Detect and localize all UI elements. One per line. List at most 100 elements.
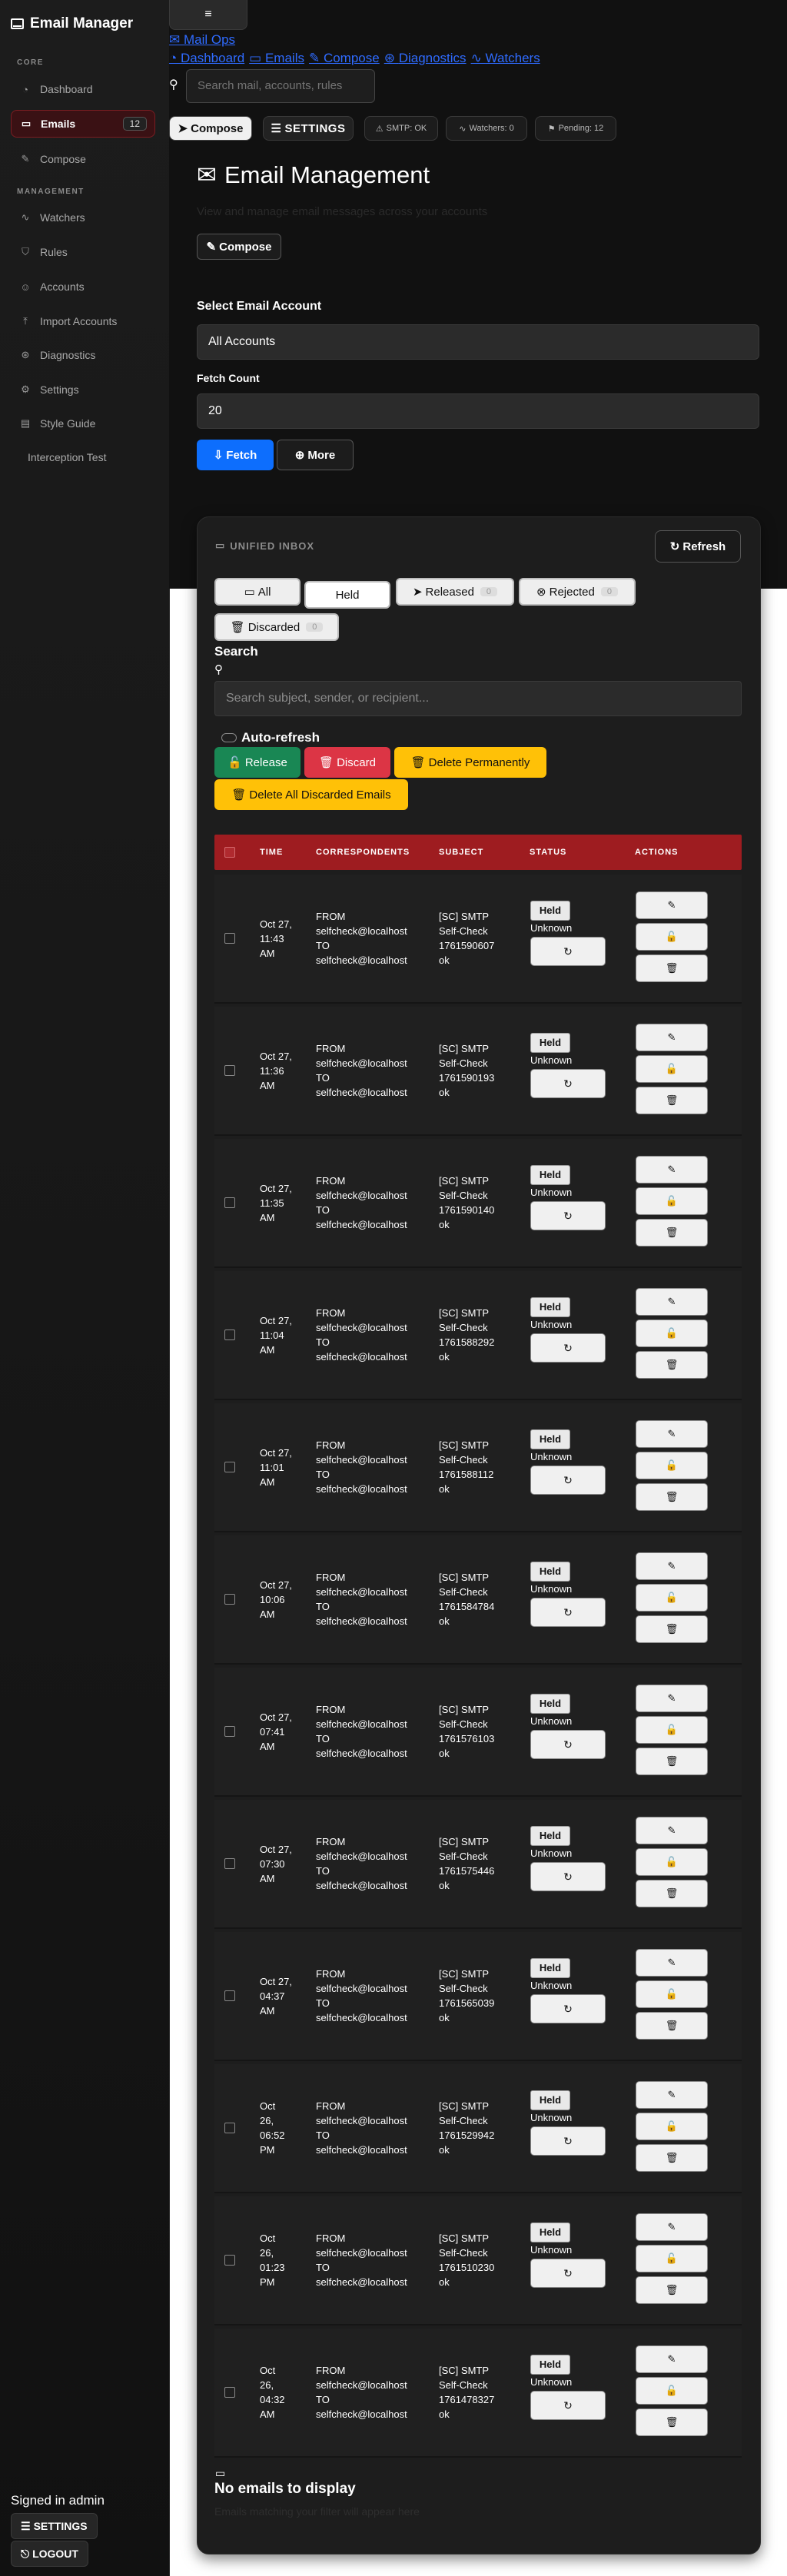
row-subject[interactable]: [SC] SMTP Self-Check 1761575446 ok — [439, 1834, 494, 1893]
row-subject[interactable]: [SC] SMTP Self-Check 1761510230 ok — [439, 2231, 494, 2289]
inbox-search-input[interactable]: Search subject, sender, or recipient... — [214, 681, 742, 716]
row-edit-button[interactable]: ✎ — [636, 1552, 708, 1580]
top-link-emails[interactable]: ▭ Emails — [249, 51, 304, 66]
table-row[interactable]: Oct 27, 07:41 AM FROM selfcheck@localhost TO s… — [214, 1668, 742, 1797]
row-checkbox[interactable] — [224, 1197, 235, 1208]
more-button[interactable]: ⊕ More — [277, 440, 354, 470]
sidebar-item-import-accounts[interactable]: ⤒ Import Accounts — [11, 307, 155, 335]
row-refresh-button[interactable]: ↻ — [530, 937, 606, 966]
row-subject[interactable]: [SC] SMTP Self-Check 1761590607 ok — [439, 909, 494, 968]
row-refresh-button[interactable]: ↻ — [530, 1466, 606, 1495]
menu-toggle-button[interactable]: ≡ — [169, 0, 247, 30]
row-delete-button[interactable]: 🗑 — [636, 1351, 708, 1379]
top-compose-button[interactable]: ➤ Compose — [169, 116, 252, 141]
top-link-watchers[interactable]: ∿ Watchers — [471, 51, 540, 66]
row-edit-button[interactable]: ✎ — [636, 2345, 708, 2373]
row-refresh-button[interactable]: ↻ — [530, 2259, 606, 2288]
row-refresh-button[interactable]: ↻ — [530, 1069, 606, 1098]
select-all-checkbox[interactable] — [224, 847, 235, 858]
tab-all[interactable]: ▭ All — [214, 578, 301, 606]
row-checkbox[interactable] — [224, 1462, 235, 1472]
row-subject[interactable]: [SC] SMTP Self-Check 1761590193 ok — [439, 1041, 494, 1100]
tab-held[interactable]: Held — [304, 581, 390, 609]
row-delete-button[interactable]: 🗑 — [636, 1483, 708, 1511]
row-subject[interactable]: [SC] SMTP Self-Check 1761588292 ok — [439, 1306, 494, 1364]
tab-released[interactable]: ➤ Released 0 — [396, 578, 514, 606]
brand[interactable]: Email Manager — [11, 15, 133, 32]
row-edit-button[interactable]: ✎ — [636, 1685, 708, 1712]
row-checkbox[interactable] — [224, 2123, 235, 2133]
row-edit-button[interactable]: ✎ — [636, 1024, 708, 1051]
row-delete-button[interactable]: 🗑 — [636, 1219, 708, 1247]
row-edit-button[interactable]: ✎ — [636, 2213, 708, 2241]
sidebar-item-watchers[interactable]: ∿ Watchers — [11, 204, 155, 231]
global-search-field[interactable] — [186, 69, 375, 103]
row-release-button[interactable]: 🔓 — [636, 2245, 708, 2272]
row-release-button[interactable]: 🔓 — [636, 1187, 708, 1215]
row-delete-button[interactable]: 🗑 — [636, 2012, 708, 2040]
row-delete-button[interactable]: 🗑 — [636, 954, 708, 982]
table-row[interactable]: Oct 26, 04:32 AM FROM selfcheck@localhost TO se… — [214, 2329, 742, 2458]
table-row[interactable]: Oct 26, 01:23 PM FROM selfcheck@localhost TO se… — [214, 2196, 742, 2325]
top-link-compose[interactable]: ✎ Compose — [309, 51, 380, 66]
sidebar-item-interception-test[interactable]: Interception Test — [11, 443, 155, 471]
table-row[interactable]: Oct 27, 11:43 AM FROM selfcheck@localhost TO s… — [214, 875, 742, 1004]
row-refresh-button[interactable]: ↻ — [530, 1730, 606, 1759]
fetch-count-input[interactable]: 20 — [197, 393, 759, 429]
row-release-button[interactable]: 🔓 — [636, 1980, 708, 2008]
row-edit-button[interactable]: ✎ — [636, 1156, 708, 1183]
row-checkbox[interactable] — [224, 2255, 235, 2266]
row-delete-button[interactable]: 🗑 — [636, 2144, 708, 2172]
global-search-input[interactable] — [196, 78, 368, 93]
table-row[interactable]: Oct 27, 11:04 AM FROM selfcheck@localhost TO s… — [214, 1271, 742, 1400]
row-delete-button[interactable]: 🗑 — [636, 1087, 708, 1114]
row-checkbox[interactable] — [224, 1858, 235, 1869]
table-row[interactable]: Oct 27, 11:36 AM FROM selfcheck@localhost TO s… — [214, 1007, 742, 1136]
row-release-button[interactable]: 🔓 — [636, 2377, 708, 2405]
logout-button[interactable]: ⎋ LOGOUT — [11, 2541, 88, 2567]
row-refresh-button[interactable]: ↻ — [530, 2391, 606, 2420]
row-release-button[interactable]: 🔓 — [636, 1848, 708, 1876]
delete-all-discarded-button[interactable]: 🗑 Delete All Discarded Emails — [214, 779, 408, 810]
table-row[interactable]: Oct 27, 04:37 AM FROM selfcheck@localhost TO s… — [214, 1932, 742, 2061]
row-subject[interactable]: [SC] SMTP Self-Check 1761565039 ok — [439, 1967, 494, 2025]
row-refresh-button[interactable]: ↻ — [530, 1333, 606, 1363]
table-row[interactable]: Oct 27, 11:01 AM FROM selfcheck@localhost TO s… — [214, 1403, 742, 1532]
row-checkbox[interactable] — [224, 1329, 235, 1340]
row-release-button[interactable]: 🔓 — [636, 1320, 708, 1347]
row-checkbox[interactable] — [224, 2387, 235, 2398]
top-settings-button[interactable]: ☰ SETTINGS — [263, 116, 354, 141]
row-subject[interactable]: [SC] SMTP Self-Check 1761478327 ok — [439, 2363, 494, 2422]
sidebar-item-compose[interactable]: ✎ Compose — [11, 145, 155, 173]
row-delete-button[interactable]: 🗑 — [636, 2408, 708, 2436]
top-link-diagnostics[interactable]: ⊛ Diagnostics — [384, 51, 467, 66]
account-select[interactable]: All Accounts — [197, 324, 759, 360]
row-edit-button[interactable]: ✎ — [636, 1817, 708, 1844]
top-link-dashboard[interactable]: ◔ Dashboard — [169, 51, 244, 66]
row-refresh-button[interactable]: ↻ — [530, 1201, 606, 1230]
sidebar-item-style-guide[interactable]: ▤ Style Guide — [11, 410, 155, 437]
row-edit-button[interactable]: ✎ — [636, 2081, 708, 2109]
row-release-button[interactable]: 🔓 — [636, 2113, 708, 2140]
sidebar-item-settings[interactable]: ⚙ Settings — [11, 376, 155, 403]
fetch-button[interactable]: ⇩ Fetch — [197, 440, 274, 470]
row-edit-button[interactable]: ✎ — [636, 1949, 708, 1977]
sidebar-item-diagnostics[interactable]: ⊛ Diagnostics — [11, 341, 155, 369]
row-release-button[interactable]: 🔓 — [636, 923, 708, 951]
row-checkbox[interactable] — [224, 1726, 235, 1737]
table-row[interactable]: Oct 27, 10:06 AM FROM selfcheck@localhost TO s… — [214, 1535, 742, 1665]
sidebar-item-rules[interactable]: ⛉ Rules — [11, 238, 155, 266]
row-release-button[interactable]: 🔓 — [636, 1584, 708, 1612]
row-refresh-button[interactable]: ↻ — [530, 1862, 606, 1891]
refresh-button[interactable]: ↻ Refresh — [655, 530, 741, 563]
sidebar-item-emails[interactable]: ▭ Emails 12 — [11, 110, 155, 138]
row-release-button[interactable]: 🔓 — [636, 1055, 708, 1083]
table-row[interactable]: Oct 27, 11:35 AM FROM selfcheck@localhost TO s… — [214, 1139, 742, 1268]
tab-discarded[interactable]: 🗑 Discarded 0 — [214, 613, 339, 641]
row-delete-button[interactable]: 🗑 — [636, 1880, 708, 1907]
row-subject[interactable]: [SC] SMTP Self-Check 1761529942 ok — [439, 2099, 494, 2157]
row-subject[interactable]: [SC] SMTP Self-Check 1761584784 ok — [439, 1570, 494, 1628]
row-delete-button[interactable]: 🗑 — [636, 1748, 708, 1775]
delete-permanently-button[interactable]: 🗑 Delete Permanently — [394, 747, 546, 778]
compose-button[interactable]: ✎ Compose — [197, 234, 281, 260]
